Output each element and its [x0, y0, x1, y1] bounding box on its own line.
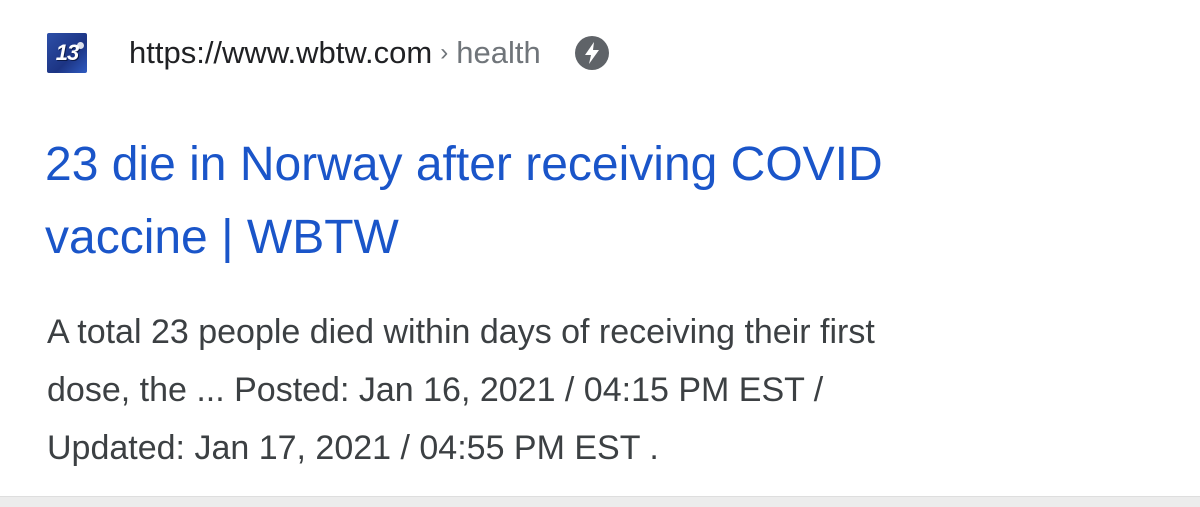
favicon-swoosh [77, 42, 84, 49]
result-snippet: A total 23 people died within days of re… [47, 303, 1167, 477]
result-source-row[interactable]: 13 https://www.wbtw.com › health [47, 30, 609, 76]
lightning-bolt-icon [584, 42, 599, 64]
search-result: 13 https://www.wbtw.com › health 23 die … [0, 0, 1200, 496]
result-title-line[interactable]: vaccine | WBTW [45, 201, 1145, 274]
site-favicon: 13 [47, 33, 87, 73]
favicon-logo-text: 13 [55, 40, 80, 65]
breadcrumb-health[interactable]: health [456, 35, 540, 71]
breadcrumb-separator: › [440, 39, 449, 66]
result-url[interactable]: https://www.wbtw.com [129, 35, 432, 71]
snippet-line: A total 23 people died within days of re… [47, 313, 875, 351]
amp-lightning-icon[interactable] [574, 36, 609, 70]
snippet-line: dose, the ... Posted: Jan 16, 2021 / 04:… [47, 371, 824, 409]
result-title-link[interactable]: 23 die in Norway after receiving COVID v… [45, 128, 1145, 274]
result-divider [0, 496, 1200, 507]
snippet-line: Updated: Jan 17, 2021 / 04:55 PM EST . [47, 429, 659, 467]
result-title-line[interactable]: 23 die in Norway after receiving COVID [45, 128, 1145, 201]
